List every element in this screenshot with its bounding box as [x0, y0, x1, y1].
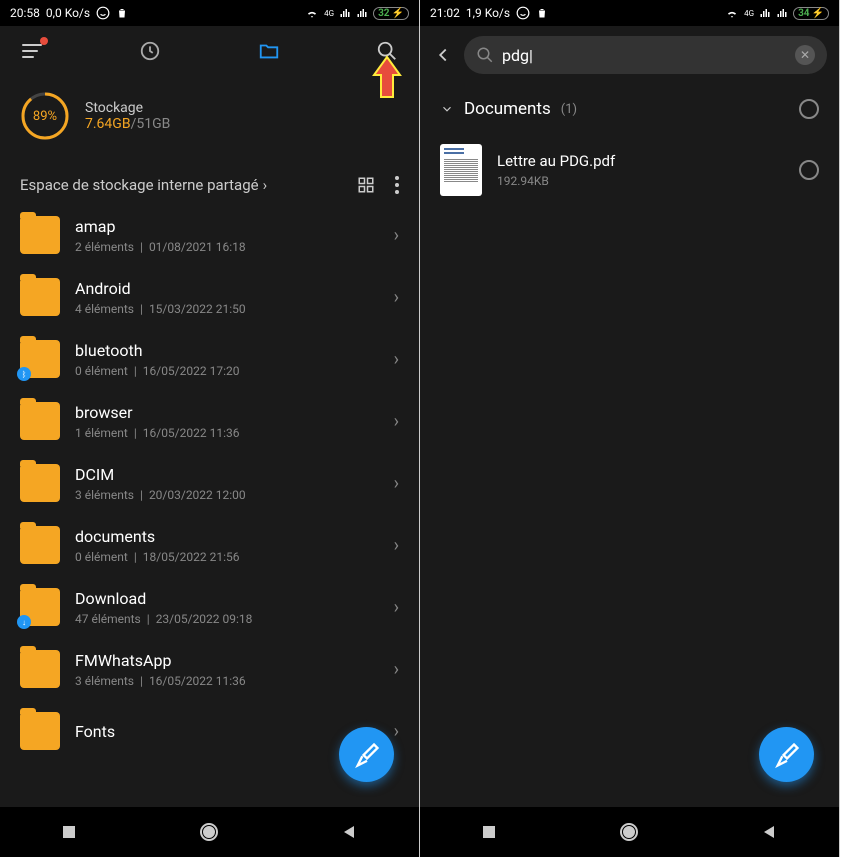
chevron-right-icon: ›: [394, 535, 399, 556]
search-header: pdg ✕: [420, 26, 839, 84]
folder-item[interactable]: amap 2 éléments|01/08/2021 16:18 ›: [0, 204, 419, 266]
clean-fab-button[interactable]: [339, 727, 394, 782]
download-badge-icon: ↓: [17, 615, 31, 629]
file-list: amap 2 éléments|01/08/2021 16:18 › Andro…: [0, 204, 419, 762]
storage-total: 51GB: [136, 116, 170, 132]
trash-icon: [116, 7, 128, 19]
chevron-right-icon: ›: [394, 349, 399, 370]
result-filesize: 192.94KB: [497, 174, 784, 188]
menu-button[interactable]: [20, 39, 44, 63]
file-manager-screen: 20:58 0,0 Ko/s 4G 32 ⚡: [0, 0, 420, 857]
folder-item[interactable]: ↓ Download 47 éléments|23/05/2022 09:18 …: [0, 576, 419, 638]
search-icon: [476, 46, 494, 64]
storage-label: Stockage: [85, 100, 170, 116]
folder-icon: [20, 278, 60, 316]
folder-item[interactable]: documents 0 élément|18/05/2022 21:56 ›: [0, 514, 419, 576]
signal-4g-icon: 4G: [324, 9, 334, 18]
grid-view-button[interactable]: [357, 176, 375, 194]
breadcrumb: Espace de stockage interne partagé ›: [0, 166, 419, 204]
back-button[interactable]: [432, 44, 454, 66]
status-netspeed: 1,9 Ko/s: [466, 6, 510, 20]
chevron-right-icon: ›: [394, 287, 399, 308]
folder-icon: [20, 650, 60, 688]
storage-summary[interactable]: 89% Stockage 7.64GB/51GB: [0, 76, 419, 166]
chevron-right-icon: ›: [394, 411, 399, 432]
toolbar: [0, 26, 419, 76]
status-netspeed: 0,0 Ko/s: [46, 6, 90, 20]
notification-dot-icon: [40, 37, 48, 45]
files-tab-button[interactable]: [257, 39, 281, 63]
recent-button[interactable]: [138, 39, 162, 63]
wifi-icon: [305, 6, 319, 20]
folder-item[interactable]: ᛒ bluetooth 0 élément|16/05/2022 17:20 ›: [0, 328, 419, 390]
chevron-right-icon: ›: [394, 721, 399, 742]
search-result-item[interactable]: Lettre au PDG.pdf 192.94KB: [420, 134, 839, 206]
folder-icon: [20, 402, 60, 440]
battery-icon: 32 ⚡: [373, 7, 409, 20]
chevron-right-icon: ›: [394, 225, 399, 246]
navbar: [0, 807, 419, 857]
folder-icon: [20, 216, 60, 254]
more-options-button[interactable]: [395, 176, 399, 194]
section-count: (1): [561, 102, 577, 117]
nav-back-button[interactable]: [762, 824, 778, 840]
signal2-icon: [356, 7, 368, 19]
whatsapp-icon: [96, 6, 110, 20]
chevron-right-icon: ›: [394, 659, 399, 680]
result-filename: Lettre au PDG.pdf: [497, 152, 784, 170]
folder-item[interactable]: browser 1 élément|16/05/2022 11:36 ›: [0, 390, 419, 452]
folder-item[interactable]: FMWhatsApp 3 éléments|16/05/2022 11:36 ›: [0, 638, 419, 700]
battery-icon: 34 ⚡: [793, 7, 829, 20]
signal2-icon: [776, 7, 788, 19]
status-time: 20:58: [10, 6, 40, 20]
folder-icon: ᛒ: [20, 340, 60, 378]
clean-fab-button[interactable]: [759, 727, 814, 782]
navbar: [420, 807, 839, 857]
search-results-screen: 21:02 1,9 Ko/s 4G 34 ⚡: [420, 0, 840, 857]
signal-icon: [759, 7, 771, 19]
storage-used: 7.64GB: [85, 116, 131, 132]
section-title: Documents: [464, 99, 551, 119]
chevron-down-icon: [440, 102, 454, 116]
select-all-checkbox[interactable]: [799, 99, 819, 119]
status-time: 21:02: [430, 6, 460, 20]
folder-icon: [20, 712, 60, 750]
search-box: pdg ✕: [464, 36, 827, 74]
chevron-right-icon: ›: [394, 597, 399, 618]
trash-icon: [536, 7, 548, 19]
arrow-annotation-icon: [372, 55, 402, 100]
chevron-right-icon: ›: [263, 176, 268, 194]
folder-icon: ↓: [20, 588, 60, 626]
chevron-right-icon: ›: [394, 473, 399, 494]
select-item-checkbox[interactable]: [799, 160, 819, 180]
charging-icon: ⚡: [812, 8, 824, 19]
nav-recents-button[interactable]: [481, 824, 497, 840]
folder-item[interactable]: Android 4 éléments|15/03/2022 21:50 ›: [0, 266, 419, 328]
wifi-icon: [725, 6, 739, 20]
bluetooth-badge-icon: ᛒ: [17, 367, 31, 381]
whatsapp-icon: [516, 6, 530, 20]
section-header[interactable]: Documents (1): [420, 84, 839, 134]
folder-item[interactable]: DCIM 3 éléments|20/03/2022 12:00 ›: [0, 452, 419, 514]
status-bar: 20:58 0,0 Ko/s 4G 32 ⚡: [0, 0, 419, 26]
charging-icon: ⚡: [392, 8, 404, 19]
status-bar: 21:02 1,9 Ko/s 4G 34 ⚡: [420, 0, 839, 26]
nav-back-button[interactable]: [342, 824, 358, 840]
breadcrumb-path[interactable]: Espace de stockage interne partagé ›: [20, 176, 267, 194]
signal-4g-icon: 4G: [744, 9, 754, 18]
storage-percent: 89%: [20, 91, 70, 141]
folder-icon: [20, 526, 60, 564]
nav-home-button[interactable]: [199, 822, 219, 842]
nav-home-button[interactable]: [619, 822, 639, 842]
folder-icon: [20, 464, 60, 502]
clear-search-button[interactable]: ✕: [795, 45, 815, 65]
pdf-thumbnail-icon: [440, 144, 482, 196]
signal-icon: [339, 7, 351, 19]
nav-recents-button[interactable]: [61, 824, 77, 840]
search-input[interactable]: pdg: [502, 46, 787, 65]
